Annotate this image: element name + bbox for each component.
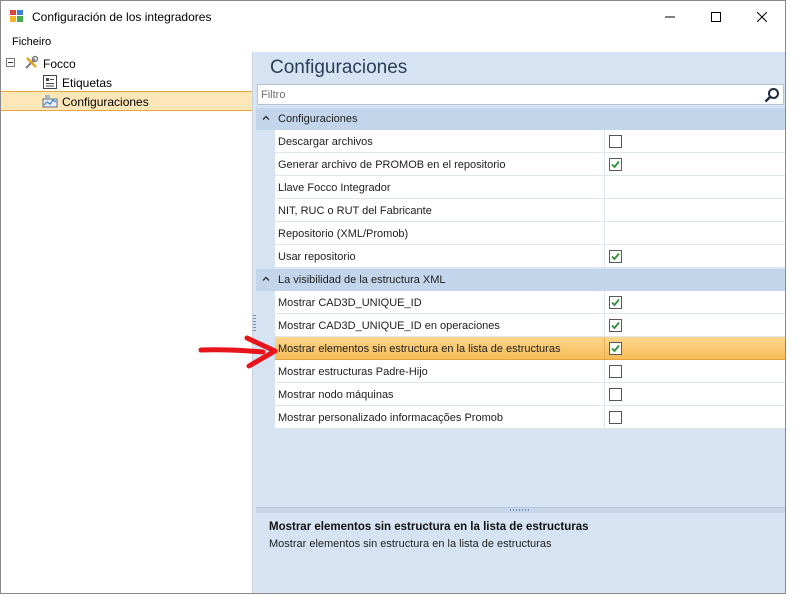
property-name: Mostrar personalizado informacações Prom…: [278, 412, 503, 424]
column-divider: [604, 222, 605, 244]
property-row[interactable]: Llave Focco Integrador: [275, 176, 785, 199]
tree-node-etiquetas[interactable]: Etiquetas: [1, 73, 252, 92]
description-text: Mostrar elementos sin estructura en la l…: [269, 538, 552, 550]
filter-box[interactable]: [257, 84, 784, 105]
checkbox-checked[interactable]: [609, 342, 622, 355]
column-divider: [604, 130, 605, 152]
settings-panel: Configuraciones Configuraciones Descarga…: [256, 52, 785, 593]
check-icon: [611, 321, 620, 330]
column-divider: [604, 337, 605, 359]
menu-ficheiro[interactable]: Ficheiro: [12, 36, 51, 48]
property-name: NIT, RUC o RUT del Fabricante: [278, 205, 432, 217]
property-name: Descargar archivos: [278, 136, 373, 148]
maximize-icon: [711, 11, 721, 22]
checkbox[interactable]: [609, 135, 622, 148]
property-name: Mostrar CAD3D_UNIQUE_ID: [278, 297, 422, 309]
property-name: Mostrar nodo máquinas: [278, 389, 394, 401]
check-icon: [611, 252, 620, 261]
search-icon[interactable]: [764, 87, 780, 103]
checkbox-checked[interactable]: [609, 250, 622, 263]
property-row[interactable]: Usar repositorio: [275, 245, 785, 268]
splitter-grip: [510, 509, 530, 511]
property-name: Llave Focco Integrador: [278, 182, 391, 194]
property-grid: Configuraciones Descargar archivos Gener…: [256, 108, 785, 430]
menu-bar: Ficheiro: [1, 32, 785, 52]
chevron-up-icon[interactable]: [261, 113, 271, 123]
checkbox[interactable]: [609, 388, 622, 401]
annotation-arrow-icon: [198, 335, 278, 369]
tree-label-focco: Focco: [43, 57, 76, 71]
property-name: Mostrar estructuras Padre-Hijo: [278, 366, 428, 378]
app-icon: [10, 10, 23, 22]
checkbox-checked[interactable]: [609, 296, 622, 309]
main-window: Configuración de los integradores Fichei…: [0, 0, 786, 594]
category-label: Configuraciones: [278, 113, 358, 125]
property-row[interactable]: Generar archivo de PROMOB en el reposito…: [275, 153, 785, 176]
minimize-icon: [665, 16, 675, 17]
maximize-button[interactable]: [693, 1, 739, 32]
property-name: Generar archivo de PROMOB en el reposito…: [278, 159, 506, 171]
collapse-icon[interactable]: [6, 58, 15, 67]
property-row[interactable]: Descargar archivos: [275, 130, 785, 153]
tree-label-configuraciones: Configuraciones: [62, 95, 149, 109]
property-name: Mostrar elementos sin estructura en la l…: [278, 343, 561, 355]
window-title: Configuración de los integradores: [32, 10, 212, 24]
property-row[interactable]: Mostrar estructuras Padre-Hijo: [275, 360, 785, 383]
tools-icon: [25, 55, 39, 69]
settings-chart-icon: [42, 95, 58, 108]
column-divider: [604, 360, 605, 382]
check-icon: [611, 160, 620, 169]
property-row[interactable]: Mostrar personalizado informacações Prom…: [275, 406, 785, 429]
checkbox[interactable]: [609, 411, 622, 424]
navigation-tree: Focco Etiquetas Configuraciones: [1, 52, 253, 593]
check-icon: [611, 344, 620, 353]
category-label: La visibilidad de la estructura XML: [278, 274, 446, 286]
property-row[interactable]: Repositorio (XML/Promob): [275, 222, 785, 245]
category-configuraciones[interactable]: Configuraciones: [256, 108, 785, 130]
close-icon: [757, 11, 767, 22]
column-divider: [604, 245, 605, 267]
checkbox[interactable]: [609, 365, 622, 378]
property-name: Usar repositorio: [278, 251, 356, 263]
checkbox-checked[interactable]: [609, 319, 622, 332]
column-divider: [604, 406, 605, 428]
tree-node-configuraciones[interactable]: Configuraciones: [1, 91, 252, 111]
filter-input[interactable]: [258, 85, 748, 104]
property-row[interactable]: Mostrar CAD3D_UNIQUE_ID en operaciones: [275, 314, 785, 337]
check-icon: [611, 298, 620, 307]
close-button[interactable]: [739, 1, 785, 32]
tree-label-etiquetas: Etiquetas: [62, 76, 113, 90]
checkbox-checked[interactable]: [609, 158, 622, 171]
column-divider: [604, 291, 605, 313]
title-bar[interactable]: Configuración de los integradores: [1, 1, 785, 32]
column-divider: [604, 199, 605, 221]
property-row[interactable]: Mostrar nodo máquinas: [275, 383, 785, 406]
column-divider: [604, 176, 605, 198]
chevron-up-icon[interactable]: [261, 274, 271, 284]
property-name: Mostrar CAD3D_UNIQUE_ID en operaciones: [278, 320, 500, 332]
column-divider: [604, 314, 605, 336]
column-divider: [604, 383, 605, 405]
property-name: Repositorio (XML/Promob): [278, 228, 409, 240]
category-visibilidad-xml[interactable]: La visibilidad de la estructura XML: [256, 269, 785, 291]
tree-node-focco[interactable]: Focco: [1, 54, 252, 73]
label-icon: [43, 75, 57, 89]
property-row[interactable]: Mostrar CAD3D_UNIQUE_ID: [275, 291, 785, 314]
description-title: Mostrar elementos sin estructura en la l…: [269, 521, 589, 533]
property-row-selected[interactable]: Mostrar elementos sin estructura en la l…: [275, 337, 785, 360]
column-divider: [604, 153, 605, 175]
minimize-button[interactable]: [647, 1, 693, 32]
property-row[interactable]: NIT, RUC o RUT del Fabricante: [275, 199, 785, 222]
page-title: Configuraciones: [270, 57, 408, 78]
description-panel: Mostrar elementos sin estructura en la l…: [256, 513, 785, 593]
